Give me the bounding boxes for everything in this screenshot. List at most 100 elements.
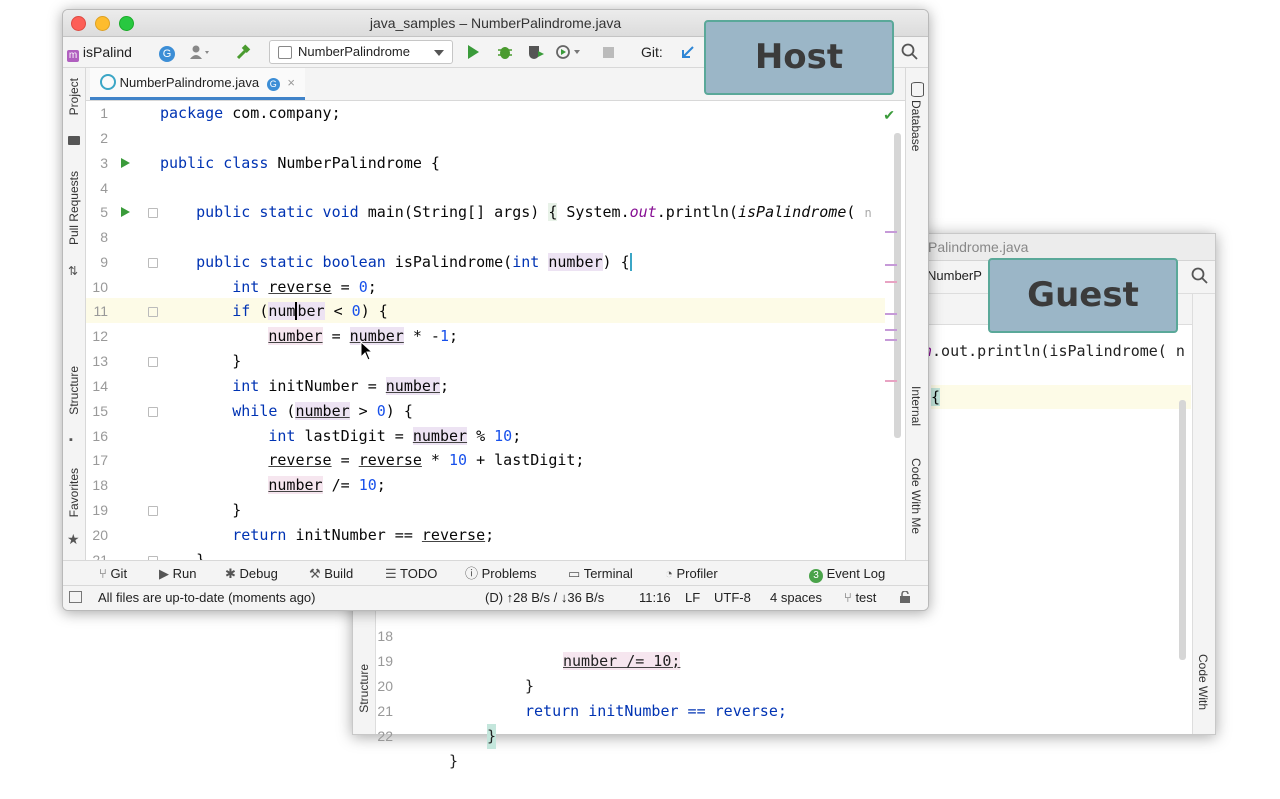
toggle-tool-windows-icon[interactable] [69,586,82,610]
debug-icon[interactable] [497,37,513,67]
tool-git[interactable]: ⑂ Git [99,561,127,586]
network-speed: (D) ↑28 B/s / ↓36 B/s [485,590,605,605]
tool-terminal[interactable]: ▭ Terminal [568,561,633,586]
fold-icon[interactable] [148,208,158,218]
indent-setting[interactable]: 4 spaces [770,586,822,610]
fold-icon[interactable] [148,357,158,367]
code-line: 19 } [92,501,242,519]
tool-event-log[interactable]: 3 Event Log [809,561,885,586]
hammer-icon: ⚒ [309,566,321,581]
event-count-badge: 3 [809,569,823,583]
vcs-badge-icon: G [266,78,280,91]
line-ending[interactable]: LF [685,586,700,610]
tool-structure[interactable]: Structure [67,366,81,415]
list-icon: ☰ [385,566,397,581]
code-line: 8 [100,229,108,245]
host-ide-window: java_samples – NumberPalindrome.java m i… [62,9,929,611]
git-branch-icon: ⑂ [99,566,107,581]
run-gutter-icon[interactable] [121,207,130,217]
guest-code-fragment: n.out.println(isPalindrome( n [923,342,1185,360]
tool-database[interactable]: Database [909,100,923,151]
code-line: 5 public static void main(String[] args)… [100,203,872,221]
guest-tool-code-with-me[interactable]: Code With [1196,654,1210,710]
file-encoding[interactable]: UTF-8 [714,586,751,610]
guest-code-line: 20 return initNumber == reverse; [377,678,787,720]
stop-icon[interactable] [603,37,614,67]
status-message: All files are up-to-date (moments ago) [98,590,316,605]
code-editor[interactable]: ✔ 1 package com.company; 2 3 public clas… [86,101,905,561]
tool-debug[interactable]: ✱ Debug [225,561,278,586]
code-line: 20 return initNumber == reverse; [92,526,495,544]
guest-window-title: Palindrome.java [928,239,1029,255]
info-icon: ⓘ [465,566,479,581]
guest-current-line: { [931,385,1191,409]
search-icon[interactable] [901,37,919,67]
run-gutter-icon[interactable] [121,158,130,168]
search-icon[interactable] [1191,267,1209,288]
structure-icon: ▪ [69,434,73,446]
fold-icon[interactable] [148,506,158,516]
fold-icon[interactable] [148,307,158,317]
code-line: 10 int reverse = 0; [92,278,377,296]
fold-icon[interactable] [148,407,158,417]
git-label: Git: [641,44,663,60]
mouse-pointer-icon [360,341,374,361]
guest-right-tool-strip: Code With [1192,294,1215,734]
code-line: 9 public static boolean isPalindrome(int… [100,253,632,271]
app-config-icon [278,46,292,59]
tool-profiler[interactable]: ◔ Profiler [665,561,718,586]
star-icon: ★ [67,531,80,547]
guest-code-line: 22 } [377,728,459,770]
profiler-icon: ◔ [665,566,673,581]
host-label: Host [704,20,894,95]
code-line: 18 number /= 10; [92,476,386,494]
vcs-badge-icon[interactable]: G [159,37,175,67]
profile-icon[interactable] [555,37,581,67]
chevron-down-icon [434,50,444,56]
vcs-branch[interactable]: ⑂ test [844,586,876,610]
status-bar: All files are up-to-date (moments ago) (… [63,585,928,610]
code-line: 16 int lastDigit = number % 10; [92,427,522,445]
project-selector[interactable]: m isPalind [67,37,132,67]
code-line: 3 public class NumberPalindrome { [100,154,440,172]
tool-internal[interactable]: Internal [909,386,923,426]
code-line: 14 int initNumber = number; [92,377,449,395]
guest-brace: { [931,388,941,406]
caret-position[interactable]: 11:16 [639,586,671,610]
git-update-icon[interactable] [681,37,695,67]
tool-build[interactable]: ⚒ Build [309,561,353,586]
fold-icon[interactable] [148,258,158,268]
tab-numberpalindrome[interactable]: NumberPalindrome.java G × [90,68,305,100]
lock-icon[interactable] [899,586,911,610]
module-icon: m [67,50,79,62]
code-line: 2 [100,130,108,146]
tool-code-with-me[interactable]: Code With Me [909,458,923,534]
guest-left-tool-strip: Structure [353,594,376,734]
folder-icon [68,136,80,145]
database-icon [911,82,924,97]
tool-problems[interactable]: ⓘ Problems [465,561,537,586]
tool-run[interactable]: ▶ Run [159,561,196,586]
tool-todo[interactable]: ☰ TODO [385,561,437,586]
close-tab-icon[interactable]: × [287,75,295,90]
run-config-dropdown[interactable]: NumberPalindrome [269,40,453,64]
code-line: 1 package com.company; [100,104,341,122]
guest-tool-structure[interactable]: Structure [357,664,371,713]
tool-favorites[interactable]: Favorites [67,468,81,517]
tool-pull-requests[interactable]: Pull Requests [67,171,81,245]
code-line: 4 [100,180,108,196]
users-icon[interactable] [189,37,213,67]
code-line: 12 number = number * -1; [92,327,459,345]
build-hammer-icon[interactable] [235,37,251,67]
code-line: 11 if (num ber < 0) { [93,302,388,320]
guest-run-config[interactable]: NumberP [927,268,982,283]
tool-project[interactable]: Project [67,78,81,115]
bottom-tool-bar: ⑂ Git ▶ Run ✱ Debug ⚒ Build ☰ TODO ⓘ Pro… [63,560,928,586]
left-tool-strip: Project ⇅ Pull Requests ▪ Structure ★ Fa… [63,68,86,562]
run-icon: ▶ [159,566,169,581]
git-branch-icon: ⑂ [844,590,852,605]
guest-code-line: 19 } [377,653,535,695]
run-icon[interactable] [468,37,479,67]
java-class-icon [100,74,116,90]
coverage-icon[interactable] [527,37,545,67]
